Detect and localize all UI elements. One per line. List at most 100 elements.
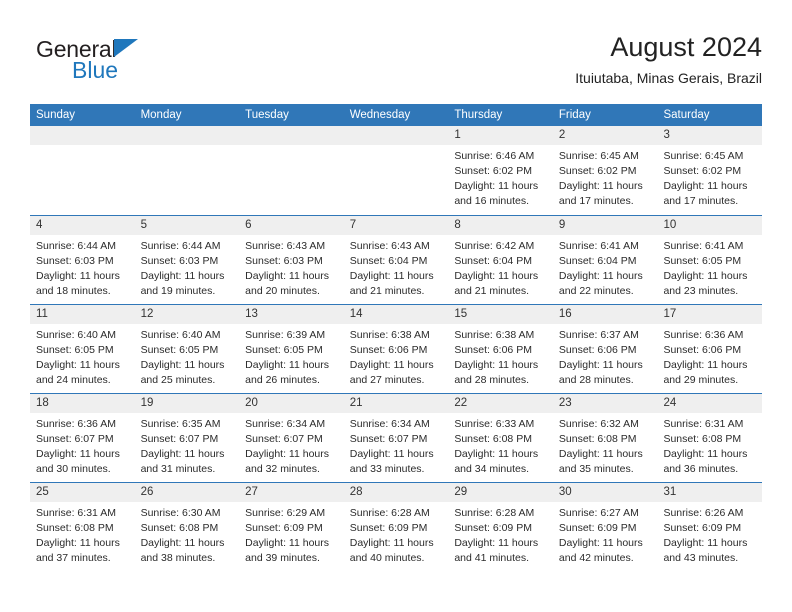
day-cell-3[interactable]: 3 Sunrise: 6:45 AM Sunset: 6:02 PM Daylight… [657,126,763,215]
daylight-text-line1: Daylight: 11 hours [36,270,120,282]
day-cell-28[interactable]: 28 Sunrise: 6:28 AM Sunset: 6:09 PM Dayligh… [343,483,449,571]
general-blue-logo[interactable]: General Blue [36,36,236,92]
daylight-text-line1: Daylight: 11 hours [454,448,539,460]
day-number: 27 [239,483,344,502]
day-cell-21[interactable]: 21 Sunrise: 6:34 AM Sunset: 6:07 PM Dayligh… [343,394,449,482]
daylight-text-line2: and 27 minutes. [349,374,425,386]
daylight-text-line2: and 24 minutes. [36,374,111,386]
day-cell-20[interactable]: 20 Sunrise: 6:34 AM Sunset: 6:07 PM Dayligh… [239,394,344,482]
daylight-text-line2: and 25 minutes. [140,374,216,386]
daylight-text-line1: Daylight: 11 hours [245,448,330,460]
sunset-text: Sunset: 6:07 PM [245,433,323,445]
day-cell-15[interactable]: 15 Sunrise: 6:38 AM Sunset: 6:06 PM Dayligh… [448,305,553,393]
sunrise-text: Sunrise: 6:41 AM [663,240,744,252]
day-cell-24[interactable]: 24 Sunrise: 6:31 AM Sunset: 6:08 PM Dayligh… [657,394,763,482]
day-cell-17[interactable]: 17 Sunrise: 6:36 AM Sunset: 6:06 PM Dayligh… [657,305,763,393]
day-number: 7 [343,216,449,235]
day-cell-6[interactable]: 6 Sunrise: 6:43 AM Sunset: 6:03 PM Daylight… [239,216,344,304]
daylight-text-line2: and 26 minutes. [245,374,320,386]
day-number: 5 [134,216,240,235]
day-cell-16[interactable]: 16 Sunrise: 6:37 AM Sunset: 6:06 PM Dayligh… [552,305,658,393]
daylight-text-line1: Daylight: 11 hours [454,180,539,192]
day-info: Sunrise: 6:31 AM Sunset: 6:08 PM Daylight:… [657,413,762,477]
day-info: Sunrise: 6:43 AM Sunset: 6:03 PM Daylight:… [239,235,344,299]
day-cell-12[interactable]: 12 Sunrise: 6:40 AM Sunset: 6:05 PM Dayligh… [134,305,240,393]
daylight-text-line2: and 22 minutes. [558,285,634,297]
sunrise-text: Sunrise: 6:38 AM [454,329,535,341]
day-cell-1[interactable]: 1 Sunrise: 6:46 AM Sunset: 6:02 PM Daylight… [448,126,553,215]
sunset-text: Sunset: 6:05 PM [245,344,323,356]
day-cell-2[interactable]: 2 Sunrise: 6:45 AM Sunset: 6:02 PM Daylight… [552,126,658,215]
day-cell-9[interactable]: 9 Sunrise: 6:41 AM Sunset: 6:04 PM Daylight… [552,216,658,304]
day-info: Sunrise: 6:44 AM Sunset: 6:03 PM Daylight:… [135,235,240,299]
day-cell-22[interactable]: 22 Sunrise: 6:33 AM Sunset: 6:08 PM Dayligh… [448,394,553,482]
day-info: Sunrise: 6:34 AM Sunset: 6:07 PM Daylight:… [239,413,344,477]
week-row: 18 Sunrise: 6:36 AM Sunset: 6:07 PM Dayligh… [30,393,763,482]
daylight-text-line1: Daylight: 11 hours [245,270,330,282]
day-number: 6 [239,216,344,235]
sunset-text: Sunset: 6:06 PM [663,344,742,356]
day-cell-25[interactable]: 25 Sunrise: 6:31 AM Sunset: 6:08 PM Dayligh… [30,483,135,571]
sunset-text: Sunset: 6:07 PM [349,433,428,445]
sunset-text: Sunset: 6:07 PM [36,433,114,445]
day-cell-26[interactable]: 26 Sunrise: 6:30 AM Sunset: 6:08 PM Dayligh… [134,483,240,571]
day-cell-10[interactable]: 10 Sunrise: 6:41 AM Sunset: 6:05 PM Dayligh… [657,216,763,304]
day-number: 11 [30,305,135,324]
day-info: Sunrise: 6:42 AM Sunset: 6:04 PM Daylight:… [448,235,553,299]
daylight-text-line1: Daylight: 11 hours [663,448,748,460]
daylight-text-line1: Daylight: 11 hours [36,537,120,549]
day-info: Sunrise: 6:28 AM Sunset: 6:09 PM Daylight:… [448,502,553,566]
day-cell-18[interactable]: 18 Sunrise: 6:36 AM Sunset: 6:07 PM Dayligh… [30,394,135,482]
sunset-text: Sunset: 6:09 PM [558,522,637,534]
daylight-text-line1: Daylight: 11 hours [558,180,643,192]
daylight-text-line2: and 41 minutes. [454,552,530,564]
day-cell-8[interactable]: 8 Sunrise: 6:42 AM Sunset: 6:04 PM Daylight… [448,216,553,304]
sunrise-text: Sunrise: 6:35 AM [140,418,221,430]
day-cell-23[interactable]: 23 Sunrise: 6:32 AM Sunset: 6:08 PM Dayligh… [552,394,658,482]
day-cell-11[interactable]: 11 Sunrise: 6:40 AM Sunset: 6:05 PM Dayligh… [30,305,135,393]
sunrise-text: Sunrise: 6:43 AM [349,240,430,252]
day-info: Sunrise: 6:31 AM Sunset: 6:08 PM Daylight:… [30,502,135,566]
daylight-text-line1: Daylight: 11 hours [349,448,434,460]
day-cell-7[interactable]: 7 Sunrise: 6:43 AM Sunset: 6:04 PM Daylight… [343,216,449,304]
day-cell-5[interactable]: 5 Sunrise: 6:44 AM Sunset: 6:03 PM Daylight… [134,216,240,304]
daylight-text-line1: Daylight: 11 hours [245,359,330,371]
day-number: 3 [657,126,763,145]
day-cell-14[interactable]: 14 Sunrise: 6:38 AM Sunset: 6:06 PM Dayligh… [343,305,449,393]
daylight-text-line2: and 21 minutes. [349,285,425,297]
day-info: Sunrise: 6:40 AM Sunset: 6:05 PM Daylight:… [30,324,135,388]
day-cell-13[interactable]: 13 Sunrise: 6:39 AM Sunset: 6:05 PM Dayligh… [239,305,344,393]
daylight-text-line1: Daylight: 11 hours [140,448,225,460]
day-number: 19 [134,394,240,413]
day-cell-4[interactable]: 4 Sunrise: 6:44 AM Sunset: 6:03 PM Daylight… [30,216,135,304]
day-info: Sunrise: 6:36 AM Sunset: 6:06 PM Daylight:… [657,324,762,388]
day-cell-31[interactable]: 31 Sunrise: 6:26 AM Sunset: 6:09 PM Dayligh… [657,483,763,571]
sunset-text: Sunset: 6:08 PM [36,522,114,534]
day-number: 25 [30,483,135,502]
day-cell-empty [30,126,135,215]
day-info: Sunrise: 6:45 AM Sunset: 6:02 PM Daylight:… [553,145,658,209]
logo-word-blue: Blue [72,57,119,83]
day-cell-19[interactable]: 19 Sunrise: 6:35 AM Sunset: 6:07 PM Dayligh… [134,394,240,482]
day-number: 26 [134,483,240,502]
sunrise-text: Sunrise: 6:46 AM [454,150,535,162]
day-number: 17 [657,305,763,324]
sunset-text: Sunset: 6:08 PM [140,522,219,534]
day-cell-29[interactable]: 29 Sunrise: 6:28 AM Sunset: 6:09 PM Dayligh… [448,483,553,571]
sunset-text: Sunset: 6:09 PM [663,522,742,534]
sunset-text: Sunset: 6:09 PM [245,522,323,534]
day-info: Sunrise: 6:26 AM Sunset: 6:09 PM Daylight:… [657,502,762,566]
day-info: Sunrise: 6:27 AM Sunset: 6:09 PM Daylight:… [553,502,658,566]
day-info: Sunrise: 6:39 AM Sunset: 6:05 PM Daylight:… [239,324,344,388]
day-number: 21 [343,394,449,413]
sunset-text: Sunset: 6:05 PM [140,344,219,356]
location-subtitle: Ituiutaba, Minas Gerais, Brazil [575,70,762,86]
day-cell-30[interactable]: 30 Sunrise: 6:27 AM Sunset: 6:09 PM Dayligh… [552,483,658,571]
day-cell-empty [239,126,344,215]
day-info: Sunrise: 6:38 AM Sunset: 6:06 PM Daylight:… [344,324,449,388]
day-number: 12 [134,305,240,324]
daylight-text-line2: and 34 minutes. [454,463,530,475]
day-cell-27[interactable]: 27 Sunrise: 6:29 AM Sunset: 6:09 PM Dayligh… [239,483,344,571]
day-info: Sunrise: 6:32 AM Sunset: 6:08 PM Daylight:… [553,413,658,477]
sunrise-text: Sunrise: 6:42 AM [454,240,535,252]
